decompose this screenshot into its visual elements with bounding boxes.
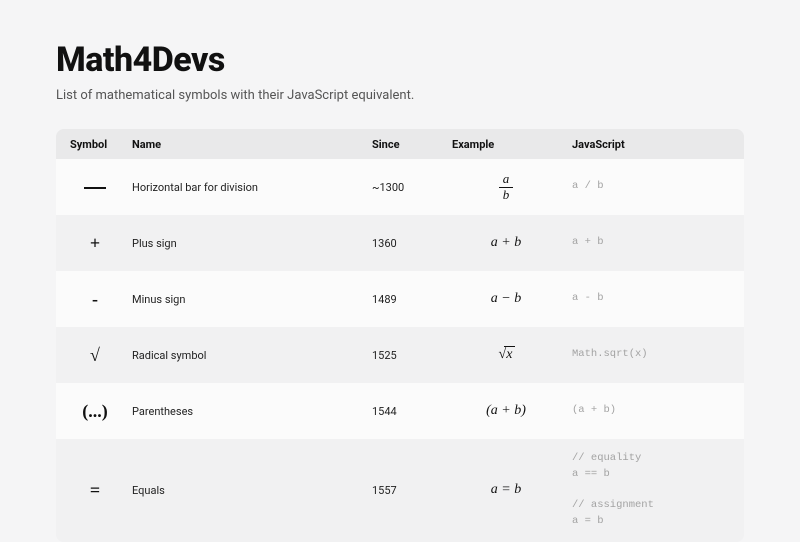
page-subtitle: List of mathematical symbols with their … xyxy=(56,88,744,103)
symbol-cell: = xyxy=(64,476,126,505)
table-row: +Plus sign1360a + ba + b xyxy=(56,215,744,271)
page-title: Math4Devs xyxy=(56,40,744,80)
js-cell: Math.sqrt(x) xyxy=(566,343,736,367)
name-cell: Equals xyxy=(126,480,366,501)
name-cell: Radical symbol xyxy=(126,345,366,366)
js-cell: a - b xyxy=(566,287,736,311)
col-since: Since xyxy=(366,138,446,151)
example-cell: √x xyxy=(446,343,566,367)
example-cell: (a + b) xyxy=(446,399,566,423)
hbar-icon xyxy=(84,187,106,189)
js-cell: a + b xyxy=(566,231,736,255)
example-cell: a − b xyxy=(446,287,566,311)
symbol-table: Symbol Name Since Example JavaScript Hor… xyxy=(56,129,744,542)
table-row: (...)Parentheses1544(a + b)(a + b) xyxy=(56,383,744,439)
symbol-cell: (...) xyxy=(64,397,126,426)
since-cell: ~1300 xyxy=(366,177,446,198)
table-header-row: Symbol Name Since Example JavaScript xyxy=(56,129,744,159)
name-cell: Minus sign xyxy=(126,289,366,310)
table-row: Horizontal bar for division~1300aba / b xyxy=(56,159,744,215)
example-cell: a + b xyxy=(446,231,566,255)
since-cell: 1544 xyxy=(366,401,446,422)
since-cell: 1557 xyxy=(366,480,446,501)
example-cell: ab xyxy=(446,168,566,206)
col-symbol: Symbol xyxy=(64,138,126,151)
symbol-cell: + xyxy=(64,229,126,258)
col-name: Name xyxy=(126,138,366,151)
table-row: -Minus sign1489a − ba - b xyxy=(56,271,744,327)
since-cell: 1525 xyxy=(366,345,446,366)
table-row: =Equals1557a = b// equality a == b // as… xyxy=(56,439,744,542)
symbol-cell: - xyxy=(64,285,126,314)
col-js: JavaScript xyxy=(566,138,736,151)
js-cell: a / b xyxy=(566,175,736,199)
js-cell: (a + b) xyxy=(566,399,736,423)
name-cell: Parentheses xyxy=(126,401,366,422)
table-row: √Radical symbol1525 √x Math.sqrt(x) xyxy=(56,327,744,383)
name-cell: Horizontal bar for division xyxy=(126,177,366,198)
example-cell: a = b xyxy=(446,478,566,502)
col-example: Example xyxy=(446,138,566,151)
js-cell: // equality a == b // assignment a = b xyxy=(566,447,736,534)
radical-icon: √x xyxy=(497,347,516,362)
since-cell: 1360 xyxy=(366,233,446,254)
name-cell: Plus sign xyxy=(126,233,366,254)
since-cell: 1489 xyxy=(366,289,446,310)
symbol-cell: √ xyxy=(64,341,126,370)
symbol-cell xyxy=(64,173,126,202)
